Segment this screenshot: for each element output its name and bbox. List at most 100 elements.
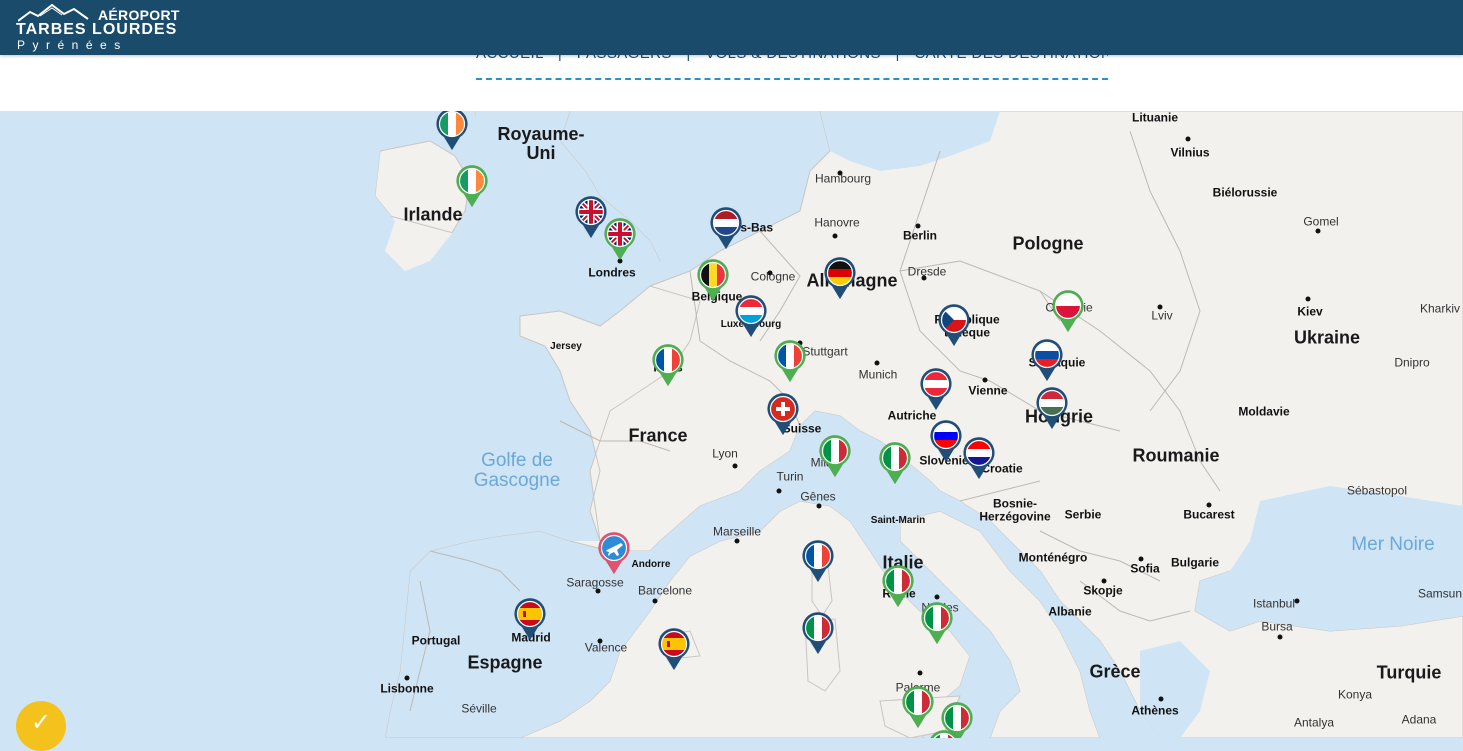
city-label-munich: Munich <box>858 367 898 382</box>
city-label-marseille: Marseille <box>712 524 762 539</box>
destination-pin-italy[interactable] <box>920 601 954 645</box>
city-label-adana: Adana <box>1401 712 1437 727</box>
city-label-dresde: Dresde <box>907 264 947 279</box>
city-dot <box>816 503 822 509</box>
city-label-saragosse: Saragosse <box>566 575 624 590</box>
city-label-konya: Konya <box>1337 687 1373 702</box>
destination-pin-ireland[interactable] <box>435 111 469 151</box>
city-label-lisbonne: Lisbonne <box>380 681 434 696</box>
city-dot <box>874 360 880 366</box>
nav-active-underline <box>476 78 1108 80</box>
city-label-sofia: Sofia <box>1130 561 1160 576</box>
destination-pin-france[interactable] <box>651 343 685 387</box>
city-dot <box>404 675 410 681</box>
city-label-gomel: Gomel <box>1303 214 1339 229</box>
airport-logo[interactable]: AÉROPORT TARBES LOURDES Pyrénées <box>16 3 186 52</box>
sea-label-golfe: Golfe de Gascogne <box>473 450 561 491</box>
destination-pin-italy[interactable] <box>927 729 961 738</box>
destination-pin-switzerland[interactable] <box>766 392 800 436</box>
country-label-france: France <box>628 425 688 446</box>
city-label-seville: Séville <box>461 701 497 716</box>
city-label-kiev: Kiev <box>1297 304 1323 319</box>
city-dot <box>734 538 740 544</box>
destination-pin-netherlands[interactable] <box>709 206 743 250</box>
country-label-montenegro: Monténégro <box>1018 550 1088 565</box>
city-dot <box>934 594 940 600</box>
country-label-irlande: Irlande <box>403 204 463 225</box>
home-airport-pin[interactable] <box>597 531 631 575</box>
country-label-roumanie: Roumanie <box>1132 445 1220 466</box>
city-label-istanbul: Istanbul <box>1252 596 1296 611</box>
destination-pin-spain[interactable] <box>657 627 691 671</box>
destination-pin-belgium[interactable] <box>696 258 730 302</box>
city-label-genes: Gênes <box>800 489 836 504</box>
country-label-pologne: Pologne <box>1012 233 1084 254</box>
city-dot <box>776 488 782 494</box>
destination-pin-poland[interactable] <box>1051 289 1085 333</box>
city-label-bursa: Bursa <box>1261 619 1293 634</box>
destination-pin-italy[interactable] <box>878 441 912 485</box>
city-label-skopje: Skopje <box>1083 583 1123 598</box>
city-dot <box>652 598 658 604</box>
sea-label-mer-noire: Mer Noire <box>1351 534 1435 556</box>
destination-pin-italy[interactable] <box>818 434 852 478</box>
destination-pin-luxembourg[interactable] <box>734 294 768 338</box>
country-label-portugal: Portugal <box>411 633 461 648</box>
city-dot <box>1315 228 1321 234</box>
country-label-jersey: Jersey <box>550 340 582 352</box>
destination-pin-france[interactable] <box>773 339 807 383</box>
country-label-lituanie: Lituanie <box>1131 111 1179 125</box>
site-header: AÉROPORT TARBES LOURDES Pyrénées <box>0 0 1463 55</box>
city-label-samsun: Samsun <box>1417 586 1463 601</box>
city-dot <box>1305 296 1311 302</box>
city-label-berlin: Berlin <box>902 228 938 243</box>
destination-pin-czech[interactable] <box>937 303 971 347</box>
country-label-saint-marin: Saint-Marin <box>870 514 926 526</box>
destination-pin-italy[interactable] <box>881 564 915 608</box>
city-dot <box>1294 598 1300 604</box>
destination-pin-italy[interactable] <box>801 611 835 655</box>
destination-pin-austria[interactable] <box>919 367 953 411</box>
destination-pin-slovakia[interactable] <box>1030 338 1064 382</box>
country-label-andorre: Andorre <box>631 558 671 570</box>
city-label-vienne: Vienne <box>968 383 1008 398</box>
city-label-bucarest: Bucarest <box>1183 507 1235 522</box>
city-label-stuttgart: Stuttgart <box>802 344 848 359</box>
country-label-ukraine: Ukraine <box>1293 327 1361 348</box>
city-dot <box>832 233 838 239</box>
navigation-bar: ACCUEIL | PASSAGERS | VOLS & DESTINATION… <box>0 45 1463 111</box>
destination-pin-germany[interactable] <box>823 256 857 300</box>
city-dot <box>732 463 738 469</box>
logo-line-3: Pyrénées <box>17 38 128 52</box>
city-dot <box>1158 696 1164 702</box>
city-label-antalya: Antalya <box>1293 715 1335 730</box>
country-label-moldavie: Moldavie <box>1238 404 1290 419</box>
destinations-map[interactable]: Golfe de Gascogne Mer Noire Royaume- Uni… <box>0 111 1463 738</box>
destination-pin-hungary[interactable] <box>1035 386 1069 430</box>
destination-pin-france[interactable] <box>801 539 835 583</box>
city-label-lyon: Lyon <box>712 446 738 461</box>
city-label-vilnius: Vilnius <box>1170 145 1210 160</box>
country-label-bulgarie: Bulgarie <box>1170 555 1220 570</box>
city-label-londres: Londres <box>588 265 636 280</box>
city-label-dnipro: Dnipro <box>1394 355 1430 370</box>
cookie-consent-icon[interactable]: ✓ <box>16 701 66 751</box>
city-label-hambourg: Hambourg <box>814 171 872 186</box>
city-label-lviv: Lviv <box>1151 308 1173 323</box>
country-label-bosnie: Bosnie- Herzégovine <box>979 496 1051 523</box>
city-dot <box>1185 136 1191 142</box>
destination-pin-slovenia[interactable] <box>929 419 963 463</box>
destination-pin-spain[interactable] <box>513 597 547 641</box>
destination-pin-italy[interactable] <box>901 685 935 729</box>
destination-pin-uk[interactable] <box>603 217 637 261</box>
city-dot <box>1277 634 1283 640</box>
city-label-barcelone: Barcelone <box>637 583 693 598</box>
city-label-cologne: Cologne <box>750 269 796 284</box>
destination-pin-ireland[interactable] <box>455 164 489 208</box>
city-label-hanovre: Hanovre <box>814 215 860 230</box>
country-label-serbie: Serbie <box>1064 507 1102 522</box>
city-label-sebastopol: Sébastopol <box>1346 483 1408 498</box>
country-label-turquie: Turquie <box>1376 662 1442 683</box>
country-label-espagne: Espagne <box>467 652 543 673</box>
destination-pin-croatia[interactable] <box>962 436 996 480</box>
